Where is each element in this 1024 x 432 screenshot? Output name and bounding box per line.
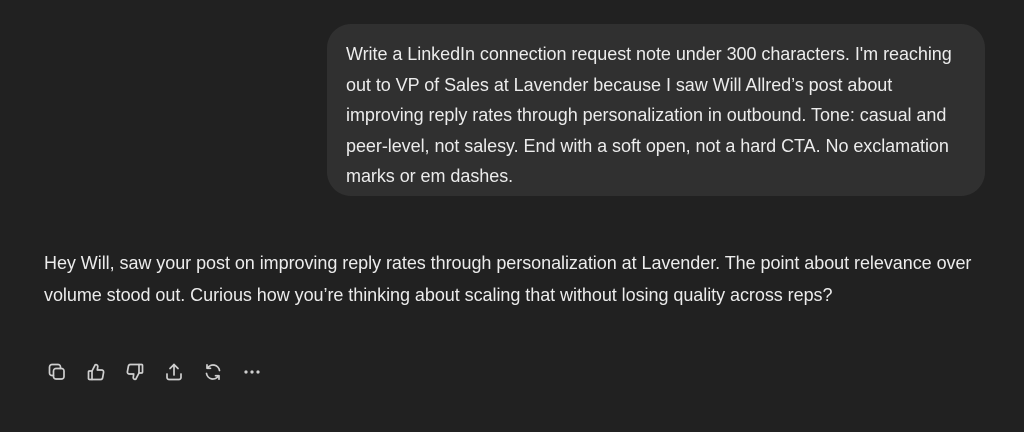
thumbs-down-icon	[125, 362, 145, 382]
regenerate-button[interactable]	[200, 359, 226, 385]
user-message-bubble: Write a LinkedIn connection request note…	[327, 24, 985, 196]
copy-button[interactable]	[44, 359, 70, 385]
more-icon	[242, 362, 262, 382]
user-message-text: Write a LinkedIn connection request note…	[346, 44, 952, 186]
share-icon	[164, 362, 184, 382]
thumbs-down-button[interactable]	[122, 359, 148, 385]
regenerate-icon	[203, 362, 223, 382]
copy-icon	[47, 362, 67, 382]
assistant-message: Hey Will, saw your post on improving rep…	[44, 248, 974, 311]
thumbs-up-icon	[86, 362, 106, 382]
more-options-button[interactable]	[239, 359, 265, 385]
thumbs-up-button[interactable]	[83, 359, 109, 385]
share-button[interactable]	[161, 359, 187, 385]
message-action-bar	[44, 359, 265, 385]
assistant-message-text: Hey Will, saw your post on improving rep…	[44, 253, 972, 305]
